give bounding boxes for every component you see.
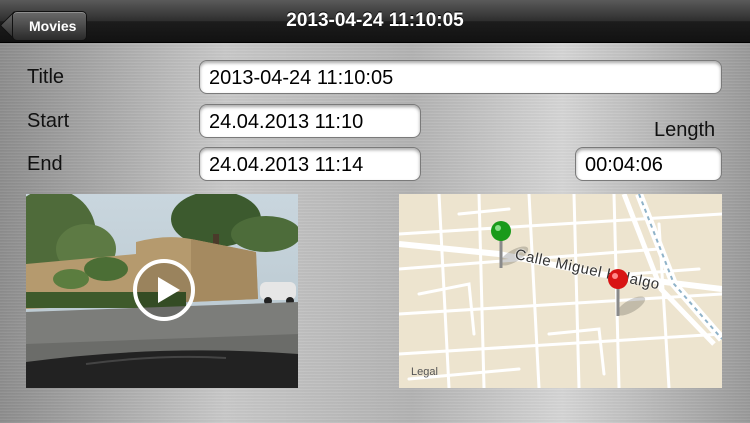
route-map[interactable]: Calle Miguel Hidalgo Legal [399, 194, 722, 388]
nav-title: 2013-04-24 11:10:05 [286, 10, 464, 31]
length-field[interactable]: 00:04:06 [575, 147, 722, 181]
title-field[interactable]: 2013-04-24 11:10:05 [199, 60, 722, 94]
end-field[interactable]: 24.04.2013 11:14 [199, 147, 421, 181]
navigation-bar: Movies 2013-04-24 11:10:05 [0, 0, 750, 43]
play-icon[interactable] [133, 259, 195, 321]
start-field[interactable]: 24.04.2013 11:10 [199, 104, 421, 138]
back-button-movies[interactable]: Movies [6, 5, 90, 41]
end-pin-icon[interactable] [606, 268, 630, 318]
video-thumbnail[interactable] [26, 194, 298, 388]
end-label: End [27, 153, 63, 175]
start-label: Start [27, 110, 70, 132]
legal-link[interactable]: Legal [411, 366, 438, 378]
title-label: Title [27, 66, 65, 88]
back-button-label[interactable]: Movies [12, 11, 88, 41]
length-label: Length [654, 119, 716, 141]
map-streets [399, 194, 722, 388]
start-pin-icon[interactable] [489, 220, 513, 270]
